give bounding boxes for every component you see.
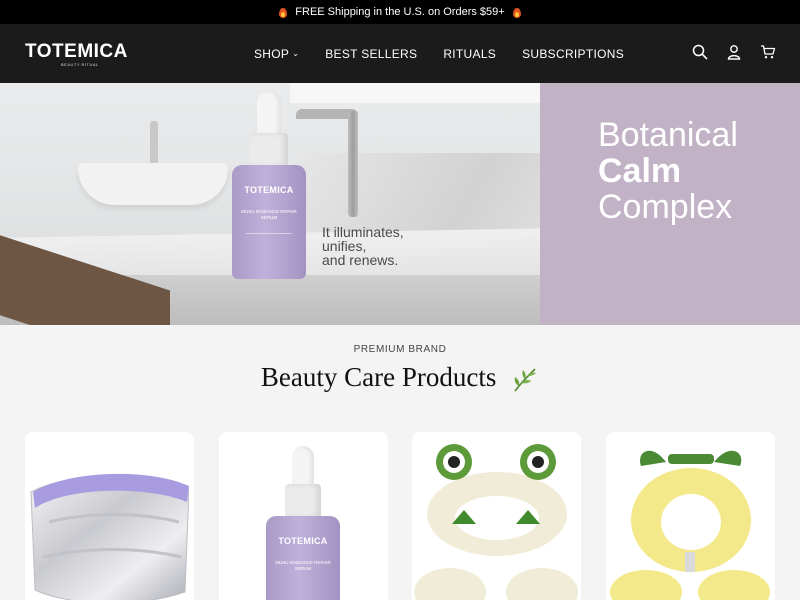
headline-line: Calm [598,152,682,190]
nav-item-shop[interactable]: SHOP ⌄ [254,47,299,61]
bottle-brand: TOTEMICA [278,536,328,546]
product-card[interactable] [606,432,775,600]
sink-basin [78,163,228,205]
nav-label: SHOP [254,46,290,61]
cart-icon[interactable] [760,44,776,60]
nav-item-subscriptions[interactable]: SUBSCRIPTIONS [522,47,624,61]
tagline-line: and renews. [322,252,399,268]
serum-bottle-image: TOTEMICA MUSU RADIANCE REPAIR SERUM [266,446,340,600]
hero-photo: TOTEMICA MUSU RADIANCE REPAIR SERUM It i… [0,83,540,325]
hero-banner[interactable]: TOTEMICA MUSU RADIANCE REPAIR SERUM It i… [0,83,800,325]
faucet-right [348,111,358,217]
tagline-line: It illuminates, [322,224,404,240]
product-card[interactable] [25,432,194,600]
site-header: TOTEMICA BEAUTY RITUAL SHOP ⌄ BEST SELLE… [0,24,800,83]
hero-headline: Botanical Calm Complex [598,117,738,225]
faucet-left [150,121,158,165]
serum-bottle: TOTEMICA MUSU RADIANCE REPAIR SERUM [232,91,306,279]
logo-subtext: BEAUTY RITUAL [61,62,99,67]
logo-text: TOTEMICA [25,41,128,62]
header-icons [692,44,776,60]
brand-logo[interactable]: TOTEMICA BEAUTY RITUAL [25,41,127,67]
headline-line: Botanical [598,116,738,154]
bottle-label-lines [246,233,292,263]
frog-headband-image [414,444,578,600]
bottle-brand: TOTEMICA [244,185,294,195]
hero-text-panel: Botanical Calm Complex [540,83,800,325]
flame-icon [279,7,288,18]
section-title: Beauty Care Products [0,362,800,395]
tagline-line: unifies, [322,238,367,254]
dropper-collar [250,133,288,167]
bottle-body: TOTEMICA MUSU RADIANCE REPAIR SERUM [232,165,306,279]
account-icon[interactable] [726,44,742,60]
dropper-bulb [257,91,281,135]
dropper-bulb [292,446,314,486]
section-eyebrow: PREMIUM BRAND [353,344,447,355]
nav-item-rituals[interactable]: RITUALS [443,47,496,61]
bottle-label: MUSU RADIANCE REPAIR SERUM [241,209,297,220]
headline-line: Complex [598,188,733,226]
cosmetic-bag-image [30,473,189,600]
nav-item-best-sellers[interactable]: BEST SELLERS [325,47,417,61]
mirror-edge [290,83,540,103]
product-card[interactable] [412,432,581,600]
product-card[interactable]: TOTEMICA MUSU RADIANCE REPAIR SERUM [219,432,388,600]
bottle-body: TOTEMICA MUSU RADIANCE REPAIR SERUM [266,516,340,600]
dropper-collar [285,484,321,518]
hero-tagline: It illuminates, unifies, and renews. [322,225,404,267]
announcement-bar: FREE Shipping in the U.S. on Orders $59+ [0,0,800,24]
section-title-text: Beauty Care Products [260,362,497,392]
flame-icon [512,7,521,18]
announcement-text: FREE Shipping in the U.S. on Orders $59+ [295,6,505,18]
chevron-down-icon: ⌄ [292,49,300,58]
pineapple-headband-image [610,450,770,600]
leaf-icon [514,368,537,392]
main-nav: SHOP ⌄ BEST SELLERS RITUALS SUBSCRIPTION… [254,24,624,83]
bottle-label: MUSU RADIANCE REPAIR SERUM [275,560,331,571]
search-icon[interactable] [692,44,708,60]
